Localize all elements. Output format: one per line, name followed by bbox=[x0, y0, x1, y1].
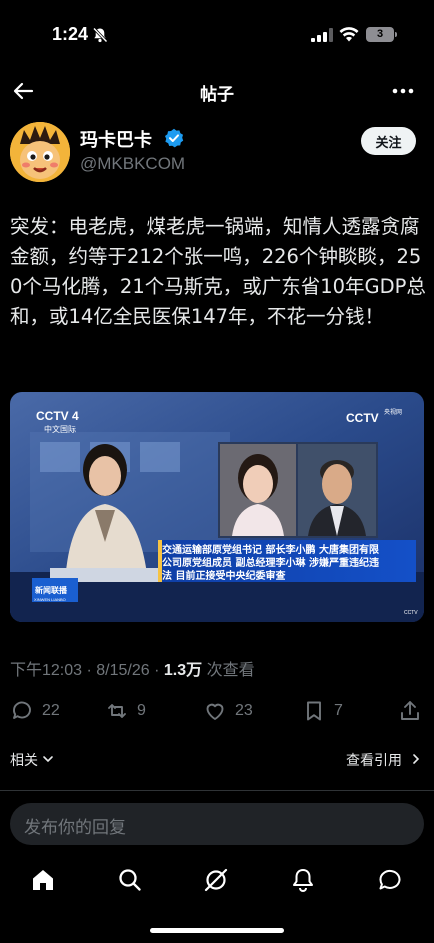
more-options-icon[interactable] bbox=[390, 80, 416, 102]
author-display-name[interactable]: 玛卡巴卡 bbox=[80, 126, 152, 152]
caption-line-2: 公司原党组成员 副总经理李小琳 涉嫌严重违纪违 bbox=[162, 556, 379, 569]
post-meta: 下午12:03 · 8/15/26 · 1.3万 次查看 bbox=[10, 656, 255, 680]
chevron-right-icon[interactable] bbox=[410, 752, 422, 766]
page-title: 帖子 bbox=[200, 85, 234, 105]
right-logo-sub-text: 央视网 bbox=[384, 408, 402, 416]
bottom-tab-bar bbox=[0, 858, 434, 902]
messages-icon[interactable] bbox=[376, 866, 404, 894]
channel-logo-text: CCTV 4 bbox=[36, 409, 79, 423]
program-logo-text: 新闻联播 bbox=[35, 585, 68, 595]
related-label[interactable]: 相关 bbox=[10, 750, 38, 770]
like-count: 23 bbox=[235, 702, 253, 719]
notifications-bell-icon[interactable] bbox=[289, 866, 317, 894]
corner-badge-text: CCTV bbox=[404, 610, 418, 616]
divider bbox=[0, 790, 434, 791]
repost-count: 9 bbox=[137, 702, 146, 719]
view-count[interactable]: 1.3万 bbox=[164, 662, 202, 679]
bell-off-icon bbox=[92, 27, 108, 43]
avatar-cartoon-face-icon bbox=[10, 122, 70, 182]
bookmark-button[interactable]: 7 bbox=[302, 696, 343, 726]
battery-indicator: 3 bbox=[366, 27, 394, 42]
bookmark-icon bbox=[307, 701, 321, 721]
right-logo-text: CCTV bbox=[346, 411, 379, 425]
caption-line-1: 交通运输部原党组书记 部长李小鹏 大唐集团有限 bbox=[162, 543, 380, 556]
cellular-signal-icon bbox=[311, 28, 333, 42]
post-timestamp: 下午12:03 · 8/15/26 · bbox=[10, 662, 164, 679]
home-icon[interactable] bbox=[29, 866, 57, 894]
reply-button[interactable]: 22 bbox=[10, 696, 60, 726]
caption-line-3: 法 目前正接受中央纪委审查 bbox=[162, 569, 286, 582]
author-avatar[interactable] bbox=[10, 122, 70, 182]
chevron-down-icon[interactable] bbox=[42, 752, 54, 766]
grok-icon[interactable] bbox=[202, 866, 230, 894]
post-media-image[interactable]: 交通运输部原党组书记 部长李小鹏 大唐集团有限 公司原党组成员 副总经理李小琳 … bbox=[10, 392, 424, 622]
like-button[interactable]: 23 bbox=[203, 696, 253, 726]
repost-button[interactable]: 9 bbox=[105, 696, 146, 726]
bookmark-count: 7 bbox=[334, 702, 343, 719]
share-icon bbox=[401, 701, 419, 720]
view-count-suffix: 次查看 bbox=[202, 662, 255, 679]
heart-icon bbox=[206, 703, 224, 720]
wifi-icon bbox=[339, 27, 359, 42]
battery-tip bbox=[395, 32, 397, 37]
news-broadcast-image: 交通运输部原党组书记 部长李小鹏 大唐集团有限 公司原党组成员 副总经理李小琳 … bbox=[10, 392, 424, 622]
author-handle[interactable]: @MKBKCOM bbox=[80, 154, 185, 174]
status-bar: 1:24 3 bbox=[0, 0, 434, 72]
share-button[interactable] bbox=[398, 696, 422, 726]
reply-count: 22 bbox=[42, 702, 60, 719]
follow-button[interactable]: 关注 bbox=[361, 127, 416, 155]
top-navigation-bar: 帖子 bbox=[0, 72, 434, 112]
related-row: 相关 查看引用 bbox=[0, 750, 434, 774]
reply-input[interactable]: 发布你的回复 bbox=[10, 803, 424, 845]
reply-placeholder: 发布你的回复 bbox=[24, 818, 126, 838]
repost-icon bbox=[108, 704, 126, 718]
post-text: 突发：电老虎，煤老虎一锅端，知情人透露贪腐金额，约等于212个张一鸣，226个钟… bbox=[10, 215, 426, 328]
program-logo-sub-text: XINWEN LIANBO bbox=[34, 597, 66, 602]
post-actions-bar: 22 9 23 7 bbox=[0, 696, 434, 726]
view-quotes-link[interactable]: 查看引用 bbox=[346, 750, 402, 770]
home-indicator bbox=[150, 928, 284, 933]
reply-bubble-icon bbox=[13, 701, 31, 719]
search-icon[interactable] bbox=[116, 866, 144, 894]
verified-badge-icon bbox=[165, 128, 184, 148]
status-time: 1:24 bbox=[52, 24, 89, 44]
channel-sub-text: 中文国际 bbox=[44, 424, 76, 434]
